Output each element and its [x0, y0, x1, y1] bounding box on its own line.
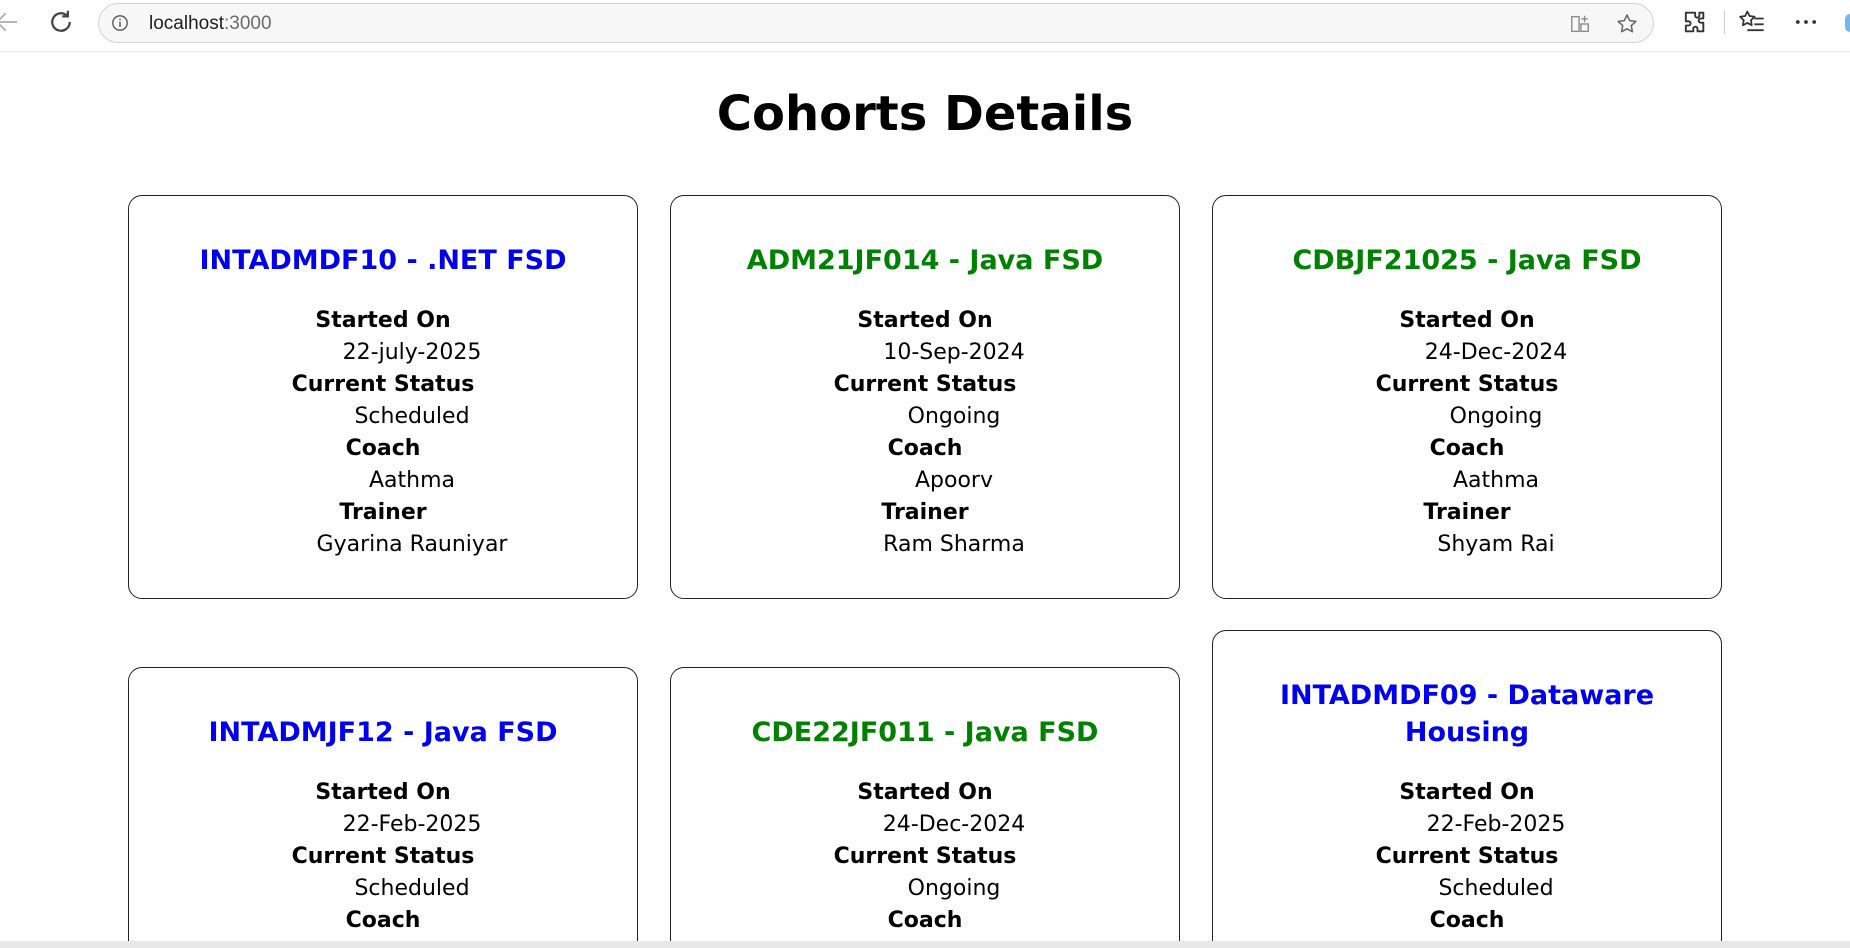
coach-label: Coach — [345, 908, 421, 933]
trainer-value: Shyam Rai — [1437, 532, 1555, 557]
current-status-label: Current Status — [291, 372, 475, 397]
current-status-label: Current Status — [833, 844, 1017, 869]
current-status-label: Current Status — [1375, 372, 1559, 397]
trainer-label: Trainer — [881, 500, 969, 525]
started-on-value: 24-Dec-2024 — [1424, 340, 1568, 365]
favorites-list-icon[interactable] — [1738, 8, 1766, 36]
site-info-icon[interactable] — [111, 14, 129, 32]
cohort-details: Started On 24-Dec-2024 Current Status On… — [1213, 305, 1721, 561]
cohort-title: CDBJF21025 - Java FSD — [1292, 245, 1642, 276]
page-title: Cohorts Details — [716, 86, 1134, 142]
trainer-label: Trainer — [1423, 500, 1511, 525]
started-on-label: Started On — [315, 308, 451, 333]
address-bar[interactable]: localhost:3000 — [98, 3, 1654, 43]
favorite-star-icon[interactable] — [1615, 12, 1639, 36]
current-status-label: Current Status — [291, 844, 475, 869]
current-status-value: Scheduled — [354, 876, 470, 901]
coach-label: Coach — [345, 436, 421, 461]
window-bottom-edge — [0, 941, 1850, 948]
started-on-label: Started On — [857, 308, 993, 333]
cohort-title: INTADMJF12 - Java FSD — [208, 717, 558, 748]
extensions-puzzle-icon[interactable] — [1680, 8, 1708, 36]
started-on-value: 10-Sep-2024 — [883, 340, 1025, 365]
cohort-details: Started On 22-Feb-2025 Current Status Sc… — [1213, 777, 1721, 937]
coach-label: Coach — [1429, 436, 1505, 461]
current-status-value: Ongoing — [1449, 404, 1543, 429]
cohort-card: INTADMDF09 - Dataware Housing Started On… — [1212, 630, 1722, 942]
cohort-card: CDE22JF011 - Java FSD Started On 24-Dec-… — [670, 667, 1180, 942]
current-status-value: Ongoing — [907, 876, 1001, 901]
coach-label: Coach — [887, 908, 963, 933]
current-status-value: Scheduled — [354, 404, 470, 429]
current-status-value: Ongoing — [907, 404, 1001, 429]
copilot-edge-icon[interactable] — [1845, 14, 1850, 32]
cohort-card: CDBJF21025 - Java FSD Started On 24-Dec-… — [1212, 195, 1722, 599]
coach-value: Aathma — [1452, 468, 1539, 493]
toolbar-divider — [1724, 10, 1725, 34]
current-status-label: Current Status — [833, 372, 1017, 397]
cohort-details: Started On 22-Feb-2025 Current Status Sc… — [129, 777, 637, 937]
started-on-label: Started On — [1399, 780, 1535, 805]
trainer-value: Ram Sharma — [883, 532, 1025, 557]
url-text[interactable]: localhost:3000 — [149, 13, 272, 35]
page-content: Cohorts Details INTADMDF10 - .NET FSD St… — [0, 52, 1850, 942]
started-on-value: 24-Dec-2024 — [882, 812, 1026, 837]
started-on-value: 22-july-2025 — [342, 340, 482, 365]
started-on-label: Started On — [857, 780, 993, 805]
trainer-label: Trainer — [339, 500, 427, 525]
current-status-label: Current Status — [1375, 844, 1559, 869]
split-screen-icon[interactable] — [1569, 13, 1591, 35]
coach-label: Coach — [1429, 908, 1505, 933]
browser-toolbar: localhost:3000 — [0, 0, 1850, 52]
trainer-value: Gyarina Rauniyar — [316, 532, 508, 557]
cohort-details: Started On 10-Sep-2024 Current Status On… — [671, 305, 1179, 561]
cohort-card: INTADMDF10 - .NET FSD Started On 22-july… — [128, 195, 638, 599]
cohort-title: INTADMDF09 - Dataware Housing — [1279, 680, 1655, 748]
started-on-label: Started On — [1399, 308, 1535, 333]
cohort-details: Started On 24-Dec-2024 Current Status On… — [671, 777, 1179, 937]
coach-label: Coach — [887, 436, 963, 461]
cohort-title: ADM21JF014 - Java FSD — [746, 245, 1104, 276]
cohort-title: INTADMDF10 - .NET FSD — [199, 245, 567, 276]
reload-icon[interactable] — [46, 7, 76, 37]
cohort-card: ADM21JF014 - Java FSD Started On 10-Sep-… — [670, 195, 1180, 599]
cohort-title: CDE22JF011 - Java FSD — [751, 717, 1099, 748]
cohort-card: INTADMJF12 - Java FSD Started On 22-Feb-… — [128, 667, 638, 942]
started-on-value: 22-Feb-2025 — [342, 812, 482, 837]
cohort-details: Started On 22-july-2025 Current Status S… — [129, 305, 637, 561]
url-host: localhost — [149, 13, 224, 34]
current-status-value: Scheduled — [1438, 876, 1554, 901]
url-port: :3000 — [224, 13, 272, 34]
coach-value: Apoorv — [915, 468, 993, 493]
started-on-label: Started On — [315, 780, 451, 805]
coach-value: Aathma — [368, 468, 455, 493]
started-on-value: 22-Feb-2025 — [1426, 812, 1566, 837]
more-menu-icon[interactable] — [1792, 8, 1820, 36]
back-arrow-icon[interactable] — [0, 7, 22, 37]
